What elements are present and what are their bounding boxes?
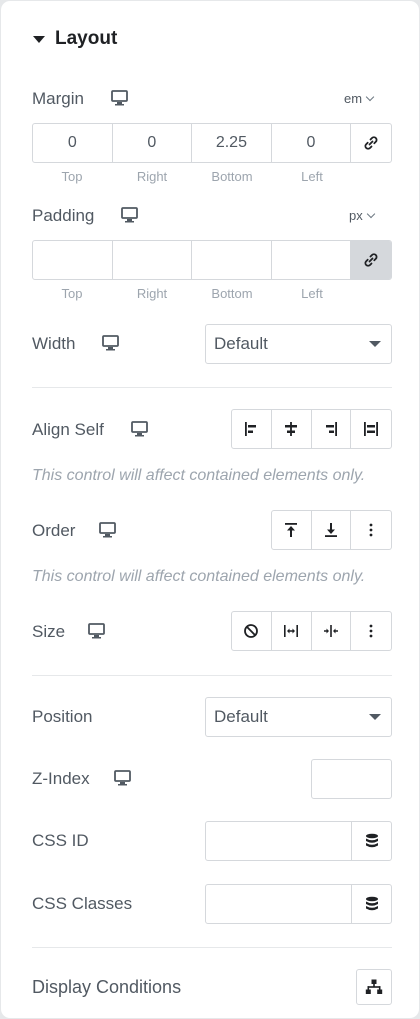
align-stretch-icon: [364, 422, 379, 436]
ban-icon: [244, 624, 259, 638]
css-classes-dynamic-button[interactable]: [351, 885, 391, 923]
padding-bottom-input[interactable]: [192, 241, 272, 279]
link-chain-icon: [364, 136, 378, 150]
padding-label: Padding: [32, 206, 95, 225]
size-shrink-button[interactable]: [312, 612, 352, 650]
margin-bottom-label: Bottom: [211, 169, 253, 184]
chevron-down-icon: [365, 92, 375, 101]
align-end-icon: [325, 422, 337, 436]
expand-horizontal-icon: [284, 625, 299, 637]
margin-left-input[interactable]: 0: [272, 124, 352, 162]
css-classes-control: [205, 884, 392, 924]
margin-right-input[interactable]: 0: [113, 124, 193, 162]
dropdown-arrow-icon: [369, 341, 381, 347]
arrow-to-bottom-icon: [325, 523, 337, 537]
dropdown-arrow-icon: [369, 714, 381, 720]
css-id-control: [205, 821, 392, 861]
padding-unit-select[interactable]: px: [349, 208, 375, 223]
more-vertical-icon: [369, 523, 373, 537]
align-self-choices: [231, 409, 392, 449]
desktop-monitor-icon[interactable]: [102, 335, 119, 351]
display-conditions-button[interactable]: [356, 969, 392, 1005]
database-icon: [365, 896, 378, 911]
css-id-input[interactable]: [206, 822, 351, 860]
desktop-monitor-icon[interactable]: [131, 421, 148, 437]
link-chain-icon: [364, 253, 378, 267]
size-none-button[interactable]: [232, 612, 272, 650]
margin-unit-value: em: [344, 91, 363, 106]
more-vertical-icon: [369, 624, 373, 638]
desktop-monitor-icon[interactable]: [114, 770, 131, 786]
align-self-center-button[interactable]: [272, 410, 312, 448]
align-self-stretch-button[interactable]: [351, 410, 391, 448]
chevron-down-icon: [366, 209, 375, 218]
padding-left-label: Left: [301, 286, 323, 301]
width-label: Width: [32, 334, 76, 353]
z-index-input[interactable]: [311, 759, 392, 799]
section-toggle-layout[interactable]: Layout: [33, 27, 117, 51]
order-start-button[interactable]: [272, 511, 312, 549]
size-grow-button[interactable]: [272, 612, 312, 650]
css-classes-label: CSS Classes: [32, 894, 133, 913]
align-start-icon: [245, 422, 257, 436]
layout-panel: Layout Margin em 0 0 2.25 0 Top Right Bo…: [0, 0, 420, 1019]
align-self-note: This control will affect contained eleme…: [32, 467, 366, 484]
margin-top-input[interactable]: 0: [33, 124, 113, 162]
margin-sublabels: Top Right Bottom Left: [32, 169, 352, 184]
margin-left-label: Left: [301, 169, 323, 184]
width-select-value: Default: [214, 334, 268, 353]
padding-right-input[interactable]: [113, 241, 193, 279]
css-classes-input[interactable]: [206, 885, 351, 923]
css-id-label: CSS ID: [32, 831, 89, 850]
order-end-button[interactable]: [312, 511, 352, 549]
order-more-button[interactable]: [351, 511, 391, 549]
margin-unit-select[interactable]: em: [344, 91, 375, 106]
padding-top-input[interactable]: [33, 241, 113, 279]
desktop-monitor-icon[interactable]: [111, 90, 128, 106]
padding-inputs: [32, 240, 392, 280]
margin-link-button[interactable]: [351, 124, 391, 162]
divider: [32, 675, 392, 676]
margin-label: Margin: [32, 89, 84, 108]
size-more-button[interactable]: [351, 612, 391, 650]
css-id-dynamic-button[interactable]: [351, 822, 391, 860]
padding-right-label: Right: [136, 286, 168, 301]
size-choices: [231, 611, 392, 651]
position-label: Position: [32, 707, 93, 726]
database-icon: [365, 833, 378, 848]
order-choices: [271, 510, 392, 550]
align-self-start-button[interactable]: [232, 410, 272, 448]
align-self-label: Align Self: [32, 420, 104, 439]
margin-inputs: 0 0 2.25 0: [32, 123, 392, 163]
align-center-icon: [285, 422, 298, 436]
divider: [32, 947, 392, 948]
padding-unit-value: px: [349, 208, 363, 223]
desktop-monitor-icon[interactable]: [99, 522, 116, 538]
divider: [32, 387, 392, 388]
order-note: This control will affect contained eleme…: [32, 568, 366, 585]
margin-bottom-input[interactable]: 2.25: [192, 124, 272, 162]
sitemap-icon: [365, 979, 383, 994]
display-conditions-label: Display Conditions: [32, 977, 182, 997]
position-select-value: Default: [214, 707, 268, 726]
margin-right-label: Right: [136, 169, 168, 184]
desktop-monitor-icon[interactable]: [88, 623, 105, 639]
width-select[interactable]: Default: [205, 324, 392, 364]
padding-sublabels: Top Right Bottom Left: [32, 286, 352, 301]
z-index-label: Z-Index: [32, 769, 90, 788]
desktop-monitor-icon[interactable]: [121, 207, 138, 223]
caret-down-icon: [33, 35, 45, 43]
padding-left-input[interactable]: [272, 241, 352, 279]
size-label: Size: [32, 622, 66, 641]
align-self-end-button[interactable]: [312, 410, 352, 448]
shrink-horizontal-icon: [323, 625, 338, 637]
order-label: Order: [32, 521, 76, 540]
section-title: Layout: [55, 28, 118, 49]
arrow-to-top-icon: [285, 523, 298, 537]
position-select[interactable]: Default: [205, 697, 392, 737]
padding-bottom-label: Bottom: [211, 286, 253, 301]
padding-top-label: Top: [61, 286, 83, 301]
margin-top-label: Top: [61, 169, 83, 184]
padding-link-button[interactable]: [351, 241, 391, 279]
